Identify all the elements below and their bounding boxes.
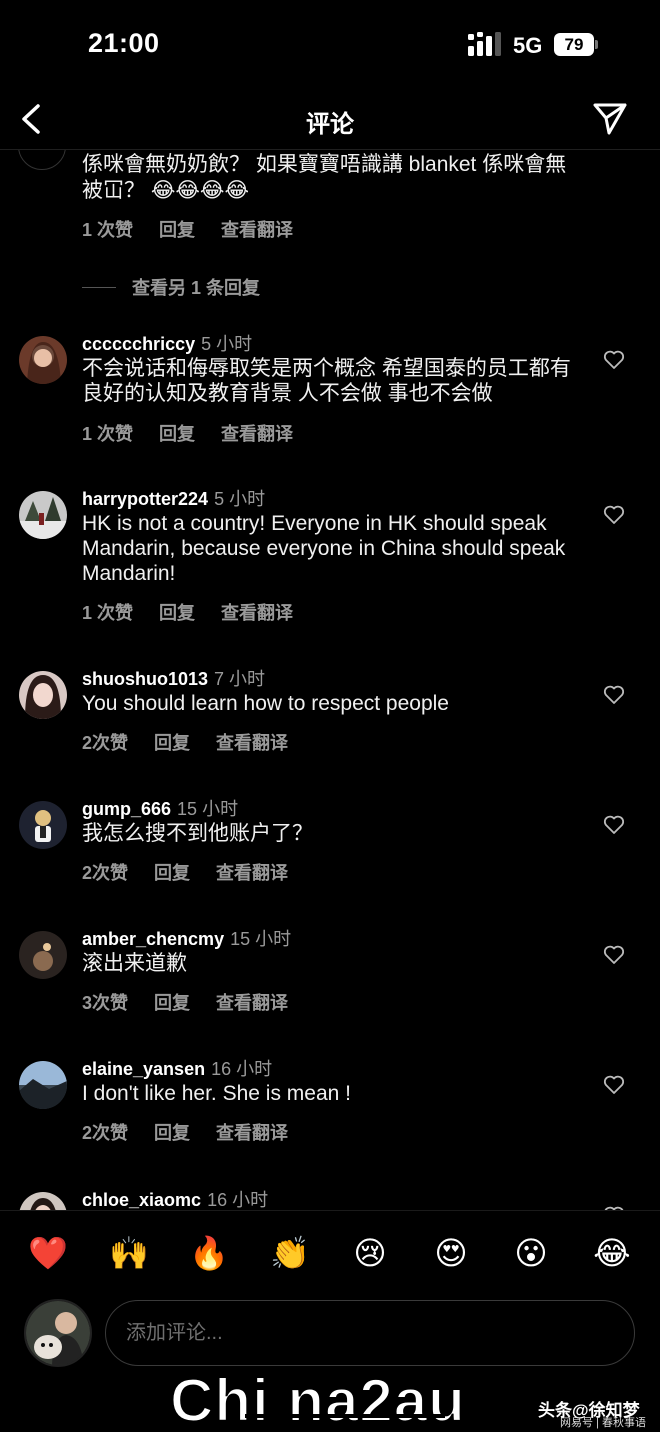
comment-header: harrypotter224 5 小时 bbox=[82, 485, 265, 511]
avatar[interactable] bbox=[19, 931, 67, 979]
avatar[interactable] bbox=[19, 336, 67, 384]
divider bbox=[82, 286, 116, 288]
heart-icon[interactable] bbox=[603, 1075, 625, 1095]
comment-text: 係咪會無奶奶飲？ 如果寶寶唔識講 blanket 係咪會無被冚？ 😂😂😂😂 bbox=[82, 153, 567, 202]
comment-header: chloe_xiaomc 16 小时 bbox=[82, 1186, 268, 1210]
translate-button[interactable]: 查看翻译 bbox=[221, 420, 293, 446]
timestamp: 7 小时 bbox=[214, 669, 266, 689]
comment-text: You should learn how to respect people bbox=[82, 692, 449, 715]
comment-input[interactable]: 添加评论... bbox=[105, 1300, 635, 1366]
comment-header: gump_666 15 小时 bbox=[82, 795, 238, 821]
comment-text: I don't like her. She is mean ! bbox=[82, 1082, 351, 1105]
comments-header: 评论 bbox=[0, 90, 660, 150]
page-title: 评论 bbox=[306, 111, 354, 138]
reply-button[interactable]: 回复 bbox=[159, 599, 195, 625]
battery-level: 79 bbox=[554, 33, 594, 56]
network-label: 5G bbox=[513, 33, 543, 58]
translate-button[interactable]: 查看翻译 bbox=[216, 729, 288, 755]
like-count[interactable]: 2次赞 bbox=[82, 859, 128, 885]
comment-text: 滚出来道歉 bbox=[82, 952, 187, 975]
comment-actions: 2次赞 回复 查看翻译 bbox=[82, 729, 288, 755]
timestamp: 5 小时 bbox=[201, 334, 253, 354]
reply-button[interactable]: 回复 bbox=[154, 729, 190, 755]
heart-icon[interactable] bbox=[603, 505, 625, 525]
translate-button[interactable]: 查看翻译 bbox=[216, 1119, 288, 1145]
username[interactable]: chloe_xiaomc bbox=[82, 1190, 201, 1210]
emoji-reaction-bar: ❤️ 🙌 🔥 👏 😢 😍 😮 😂 bbox=[0, 1210, 660, 1300]
avatar[interactable] bbox=[19, 1061, 67, 1109]
avatar[interactable] bbox=[19, 671, 67, 719]
like-count[interactable]: 2次赞 bbox=[82, 1119, 128, 1145]
username[interactable]: shuoshuo1013 bbox=[82, 669, 208, 689]
battery-tip bbox=[595, 40, 598, 49]
avatar[interactable] bbox=[19, 491, 67, 539]
timestamp: 16 小时 bbox=[211, 1059, 273, 1079]
watermark-strike bbox=[245, 1414, 445, 1418]
like-count[interactable]: 2次赞 bbox=[82, 729, 128, 755]
reply-button[interactable]: 回复 bbox=[154, 859, 190, 885]
timestamp: 16 小时 bbox=[207, 1190, 269, 1210]
crying-emoji-button[interactable]: 😢 bbox=[350, 1233, 390, 1273]
laughing-emoji-button[interactable]: 😂 bbox=[592, 1233, 632, 1273]
view-more-replies-label[interactable]: 查看另 1 条回复 bbox=[132, 274, 260, 300]
watermark-main: Chi na2au bbox=[169, 1366, 466, 1432]
comment-actions: 1 次赞 回复 查看翻译 bbox=[82, 599, 293, 625]
heart-icon[interactable] bbox=[603, 350, 625, 370]
username[interactable]: amber_chencmy bbox=[82, 929, 224, 949]
like-count[interactable]: 1 次赞 bbox=[82, 420, 133, 446]
avatar[interactable] bbox=[19, 1192, 67, 1210]
heart-eyes-emoji-button[interactable]: 😍 bbox=[431, 1233, 471, 1273]
status-time: 21:00 bbox=[88, 28, 160, 58]
reply-button[interactable]: 回复 bbox=[159, 216, 195, 242]
fire-emoji-button[interactable]: 🔥 bbox=[189, 1233, 229, 1273]
username[interactable]: gump_666 bbox=[82, 799, 171, 819]
avatar[interactable] bbox=[18, 150, 66, 170]
comment-header: cccccchriccy 5 小时 bbox=[82, 330, 252, 356]
battery-icon: 79 bbox=[554, 33, 598, 56]
comment-text: 不会说话和侮辱取笑是两个概念 希望国泰的员工都有良好的认知及教育背景 人不会做 … bbox=[82, 357, 571, 405]
timestamp: 15 小时 bbox=[177, 799, 239, 819]
send-icon[interactable] bbox=[592, 100, 628, 136]
comment-list[interactable]: 係咪會無奶奶飲？ 如果寶寶唔識講 blanket 係咪會無被冚？ 😂😂😂😂 1 … bbox=[0, 150, 660, 1210]
reply-button[interactable]: 回复 bbox=[154, 1119, 190, 1145]
avatar[interactable] bbox=[19, 801, 67, 849]
translate-button[interactable]: 查看翻译 bbox=[221, 599, 293, 625]
watermark-sub: 网易号 | 春秋事语 bbox=[560, 1417, 646, 1429]
comment-header: shuoshuo1013 7 小时 bbox=[82, 665, 265, 691]
heart-icon[interactable] bbox=[603, 685, 625, 705]
like-count[interactable]: 1 次赞 bbox=[82, 599, 133, 625]
comment-text: HK is not a country! Everyone in HK shou… bbox=[82, 512, 566, 585]
surprised-emoji-button[interactable]: 😮 bbox=[511, 1233, 551, 1273]
signal-icon bbox=[468, 32, 501, 56]
like-count[interactable]: 1 次赞 bbox=[82, 216, 133, 242]
status-bar: 21:00 5G 79 bbox=[0, 0, 660, 90]
username[interactable]: harrypotter224 bbox=[82, 489, 208, 509]
comment-actions: 3次赞 回复 查看翻译 bbox=[82, 989, 288, 1015]
comment-actions: 2次赞 回复 查看翻译 bbox=[82, 1119, 288, 1145]
raised-hands-emoji-button[interactable]: 🙌 bbox=[109, 1233, 149, 1273]
timestamp: 5 小时 bbox=[214, 489, 266, 509]
translate-button[interactable]: 查看翻译 bbox=[216, 859, 288, 885]
like-count[interactable]: 3次赞 bbox=[82, 989, 128, 1015]
clap-emoji-button[interactable]: 👏 bbox=[270, 1233, 310, 1273]
translate-button[interactable]: 查看翻译 bbox=[216, 989, 288, 1015]
reply-button[interactable]: 回复 bbox=[159, 420, 195, 446]
current-user-avatar[interactable] bbox=[24, 1299, 92, 1367]
reply-button[interactable]: 回复 bbox=[154, 989, 190, 1015]
username[interactable]: cccccchriccy bbox=[82, 334, 195, 354]
heart-icon[interactable] bbox=[603, 815, 625, 835]
username[interactable]: elaine_yansen bbox=[82, 1059, 205, 1079]
comment-actions: 1 次赞 回复 查看翻译 bbox=[82, 216, 293, 242]
view-more-replies[interactable]: 查看另 1 条回复 bbox=[82, 274, 260, 300]
heart-icon[interactable] bbox=[603, 945, 625, 965]
timestamp: 15 小时 bbox=[230, 929, 292, 949]
comment-header: elaine_yansen 16 小时 bbox=[82, 1055, 272, 1081]
comment-header: amber_chencmy 15 小时 bbox=[82, 925, 291, 951]
comment-text: 我怎么搜不到他账户了？ bbox=[82, 822, 313, 845]
heart-emoji-button[interactable]: ❤️ bbox=[28, 1233, 68, 1273]
translate-button[interactable]: 查看翻译 bbox=[221, 216, 293, 242]
comment-actions: 2次赞 回复 查看翻译 bbox=[82, 859, 288, 885]
comment-actions: 1 次赞 回复 查看翻译 bbox=[82, 420, 293, 446]
